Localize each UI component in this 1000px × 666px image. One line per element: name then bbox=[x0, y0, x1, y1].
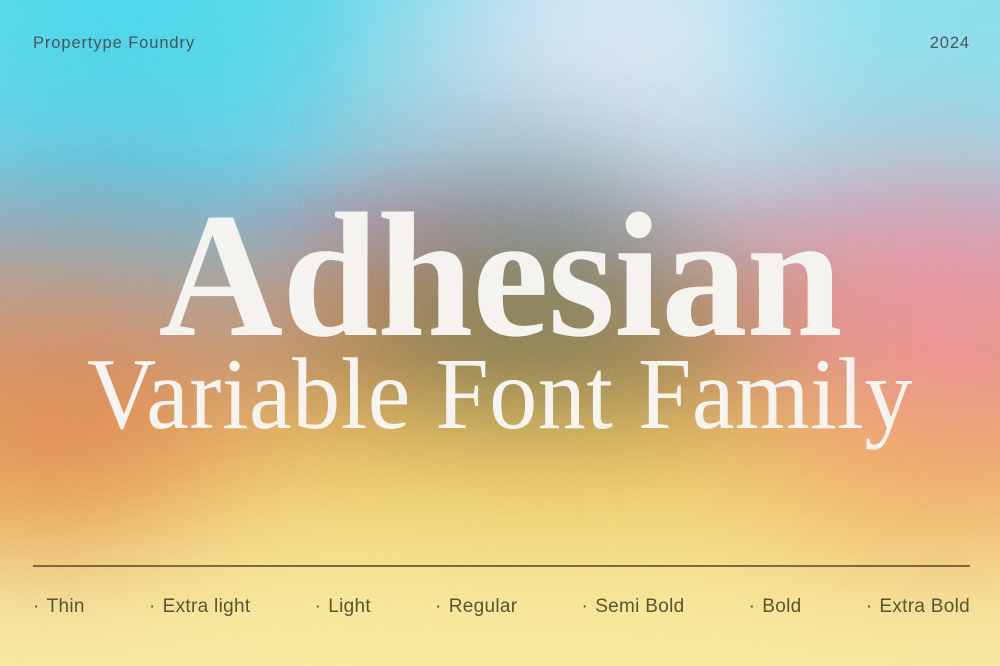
bullet-icon: · bbox=[435, 596, 442, 617]
weight-list: · Thin · Extra light · Light · Regular ·… bbox=[33, 596, 970, 618]
list-item: · Regular bbox=[435, 596, 517, 618]
weight-label: Regular bbox=[448, 596, 518, 617]
bullet-icon: · bbox=[581, 596, 589, 617]
bullet-icon: · bbox=[33, 596, 40, 617]
poster-header: Propertype Foundry 2024 bbox=[33, 34, 970, 53]
weight-label: Bold bbox=[762, 596, 802, 617]
bullet-icon: · bbox=[748, 596, 756, 617]
weight-label: Extra Bold bbox=[879, 596, 970, 617]
list-item: · Bold bbox=[749, 596, 802, 618]
weight-label: Thin bbox=[46, 596, 85, 617]
weight-label: Extra light bbox=[162, 596, 251, 617]
bullet-icon: · bbox=[314, 596, 322, 617]
bullet-icon: · bbox=[148, 596, 156, 617]
year-label: 2024 bbox=[929, 34, 970, 52]
weight-label: Semi Bold bbox=[595, 596, 685, 617]
weight-label: Light bbox=[328, 596, 371, 617]
font-specimen-poster: Propertype Foundry 2024 Adhesian Variabl… bbox=[0, 0, 1000, 666]
bullet-icon: · bbox=[865, 596, 873, 617]
page-subtitle: Variable Font Family bbox=[87, 336, 913, 451]
list-item: · Semi Bold bbox=[582, 596, 685, 618]
list-item: · Extra Bold bbox=[866, 596, 970, 618]
foundry-name: Propertype Foundry bbox=[33, 34, 196, 52]
list-item: · Light bbox=[315, 596, 371, 618]
divider bbox=[33, 565, 970, 567]
list-item: · Thin bbox=[33, 596, 85, 618]
list-item: · Extra light bbox=[149, 596, 250, 618]
poster-content: Propertype Foundry 2024 Adhesian Variabl… bbox=[0, 0, 1000, 666]
